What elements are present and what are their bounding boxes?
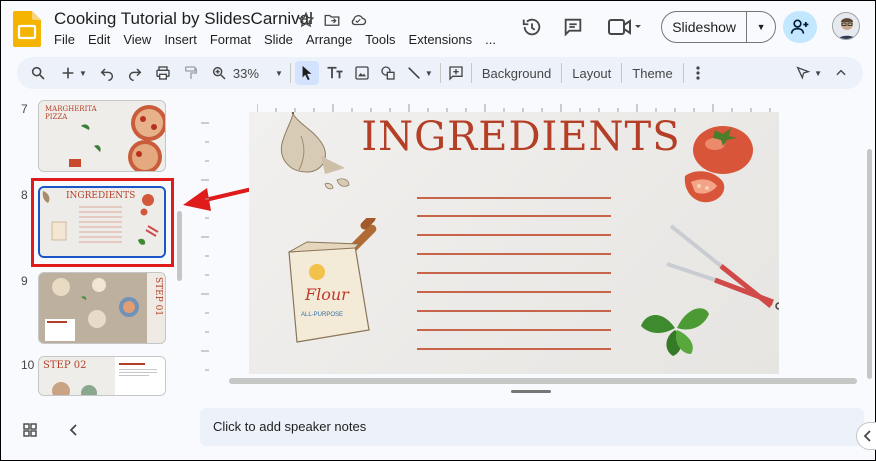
toolbar-divider	[470, 63, 472, 83]
move-folder-icon[interactable]	[323, 11, 341, 29]
menu-view[interactable]: View	[123, 32, 151, 47]
slides-logo-icon[interactable]	[13, 11, 41, 47]
menu-edit[interactable]: Edit	[88, 32, 110, 47]
slide-thumbnail-10[interactable]: STEP 02	[38, 356, 166, 396]
toolbar: ▼ 33% ▼ ▼ Background Layout Theme ▼	[17, 57, 863, 89]
slide-thumbnail-title: MARGHERITA PIZZA	[45, 105, 97, 121]
ingredient-line[interactable]	[417, 197, 611, 199]
slide-number: 9	[21, 274, 28, 288]
slide-title[interactable]: INGREDIENTS	[361, 114, 681, 160]
menu-format[interactable]: Format	[210, 32, 251, 47]
ingredient-line[interactable]	[417, 348, 611, 350]
share-button[interactable]	[783, 11, 817, 43]
add-person-icon	[790, 19, 809, 34]
undo-icon[interactable]	[96, 61, 118, 85]
flour-bag-illustration[interactable]: Flour ALL-PURPOSE	[279, 218, 389, 348]
text-box-icon[interactable]	[323, 61, 347, 85]
shape-icon[interactable]	[377, 61, 399, 85]
star-icon[interactable]	[297, 11, 315, 29]
slide-thumbnail-7[interactable]: MARGHERITA PIZZA	[38, 100, 166, 172]
slideshow-button[interactable]: Slideshow ▼	[661, 11, 776, 43]
print-icon[interactable]	[152, 61, 174, 85]
slide-canvas[interactable]: INGREDIENTS Flour ALL-PURPOSE	[249, 112, 779, 374]
menu-tools[interactable]: Tools	[365, 32, 395, 47]
tomato-slice-illustration[interactable]	[681, 168, 727, 208]
comments-icon[interactable]	[561, 15, 585, 39]
collapse-toolbar-icon[interactable]	[831, 61, 851, 85]
ingredient-line[interactable]	[417, 310, 611, 312]
slide-thumbnail-title: STEP 02	[43, 360, 87, 371]
collapse-filmstrip-icon[interactable]	[67, 423, 81, 442]
slideshow-label[interactable]: Slideshow	[662, 12, 748, 42]
version-history-icon[interactable]	[520, 15, 544, 39]
new-slide-icon[interactable]: ▼	[57, 61, 90, 85]
chevron-left-icon	[863, 430, 871, 442]
pizza-tongs-illustration[interactable]	[665, 222, 779, 322]
zoom-icon[interactable]	[208, 61, 230, 85]
app-header: Cooking Tutorial by SlidesCarnival File …	[1, 1, 876, 57]
background-button[interactable]: Background	[476, 61, 557, 85]
ingredient-line[interactable]	[417, 234, 611, 236]
canvas-vertical-scrollbar[interactable]	[867, 149, 872, 379]
line-icon[interactable]: ▼	[403, 61, 436, 85]
ingredient-line[interactable]	[417, 253, 611, 255]
zoom-value: 33%	[232, 65, 259, 81]
menu-extensions[interactable]: Extensions	[409, 32, 473, 47]
menu-slide[interactable]: Slide	[264, 32, 293, 47]
ingredient-line[interactable]	[417, 272, 611, 274]
slide-thumbnail-title: STEP 01	[153, 277, 163, 317]
ingredient-line[interactable]	[417, 291, 611, 293]
account-avatar[interactable]	[832, 12, 860, 40]
slide-number: 10	[21, 358, 35, 372]
document-title[interactable]: Cooking Tutorial by SlidesCarnival	[54, 9, 313, 29]
menu-file[interactable]: File	[54, 32, 75, 47]
notes-resize-handle[interactable]	[511, 390, 551, 393]
menu-bar: File Edit View Insert Format Slide Arran…	[54, 32, 496, 47]
side-panel-toggle[interactable]	[856, 422, 876, 450]
edit-mode-icon[interactable]: ▼	[792, 61, 825, 85]
redo-icon[interactable]	[124, 61, 146, 85]
ingredient-line[interactable]	[417, 215, 611, 217]
toolbar-divider	[621, 63, 623, 83]
meet-icon[interactable]	[607, 15, 643, 39]
flour-sub-text: ALL-PURPOSE	[301, 312, 343, 318]
cloud-saved-icon[interactable]	[349, 11, 367, 29]
ingredient-line[interactable]	[417, 329, 611, 331]
select-tool-icon[interactable]	[294, 61, 319, 85]
speaker-notes-placeholder: Click to add speaker notes	[213, 419, 367, 434]
menu-insert[interactable]: Insert	[164, 32, 197, 47]
slide-thumbnail-9[interactable]: STEP 01	[38, 272, 166, 344]
slide-number: 8	[21, 188, 28, 202]
zoom-select[interactable]: 33% ▼	[230, 61, 286, 85]
paint-format-icon[interactable]	[180, 61, 202, 85]
toolbar-divider	[439, 63, 441, 83]
insert-image-icon[interactable]	[351, 61, 373, 85]
add-comment-icon[interactable]	[445, 61, 467, 85]
toolbar-divider	[289, 63, 291, 83]
canvas-horizontal-scrollbar[interactable]	[229, 378, 857, 384]
vertical-ruler	[201, 122, 209, 371]
more-options-icon[interactable]	[692, 61, 704, 85]
speaker-notes[interactable]: Click to add speaker notes	[200, 408, 864, 446]
toolbar-divider	[561, 63, 563, 83]
theme-button[interactable]: Theme	[626, 61, 678, 85]
annotation-highlight-box	[31, 178, 174, 267]
menu-arrange[interactable]: Arrange	[306, 32, 352, 47]
zoom-dropdown-icon: ▼	[275, 68, 283, 78]
slide-number: 7	[21, 102, 28, 116]
filmstrip-scrollbar[interactable]	[177, 211, 182, 281]
menu-more[interactable]: ...	[485, 32, 496, 47]
flour-text: Flour	[304, 285, 350, 304]
layout-button[interactable]: Layout	[566, 61, 617, 85]
grid-view-icon[interactable]	[23, 423, 37, 442]
garlic-illustration[interactable]	[263, 112, 373, 196]
toolbar-divider	[682, 63, 684, 83]
slideshow-dropdown-icon[interactable]: ▼	[747, 22, 775, 32]
search-menus-icon[interactable]	[27, 61, 49, 85]
